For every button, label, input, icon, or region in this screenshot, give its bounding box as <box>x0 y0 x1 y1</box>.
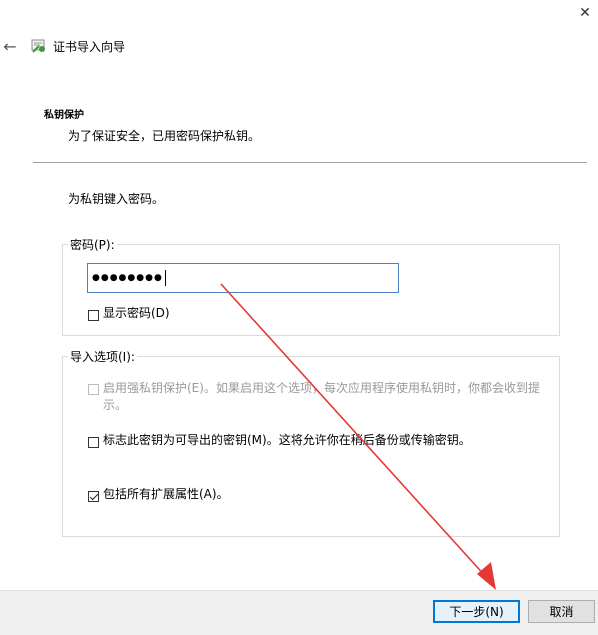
header-divider <box>33 162 587 163</box>
instruction-text: 为私钥键入密码。 <box>68 192 165 206</box>
close-button[interactable]: ✕ <box>574 2 596 24</box>
strong-protection-label: 启用强私钥保护(E)。如果启用这个选项，每次应用程序使用私钥时，你都会收到提 <box>103 381 540 395</box>
wizard-title: 证书导入向导 <box>53 40 126 54</box>
text-caret <box>164 270 166 286</box>
password-group-label: 密码(P): <box>68 236 117 253</box>
password-input[interactable]: ●●●●●●●● <box>87 263 399 293</box>
certificate-wizard-icon <box>30 36 48 54</box>
extended-properties-checkbox[interactable] <box>88 491 99 502</box>
section-subtitle: 为了保证安全，已用密码保护私钥。 <box>68 129 261 143</box>
strong-protection-label-cont: 示。 <box>103 398 128 412</box>
extended-properties-label[interactable]: 包括所有扩展属性(A)。 <box>103 486 229 503</box>
exportable-key-checkbox[interactable] <box>88 437 99 448</box>
cancel-button[interactable]: 取消 <box>528 600 595 623</box>
show-password-label[interactable]: 显示密码(D) <box>103 305 170 322</box>
next-button[interactable]: 下一步(N) <box>433 600 520 623</box>
close-icon: ✕ <box>579 5 591 21</box>
back-arrow-icon: ← <box>3 36 17 56</box>
password-masked-value: ●●●●●●●● <box>92 273 163 283</box>
section-title: 私钥保护 <box>44 110 84 121</box>
import-options-label: 导入选项(I): <box>68 348 137 365</box>
show-password-checkbox[interactable] <box>88 310 99 321</box>
strong-protection-checkbox[interactable] <box>88 384 99 395</box>
exportable-key-label[interactable]: 标志此密钥为可导出的密钥(M)。这将允许你在稍后备份或传输密钥。 <box>103 432 471 449</box>
back-button[interactable]: ← <box>0 36 20 56</box>
